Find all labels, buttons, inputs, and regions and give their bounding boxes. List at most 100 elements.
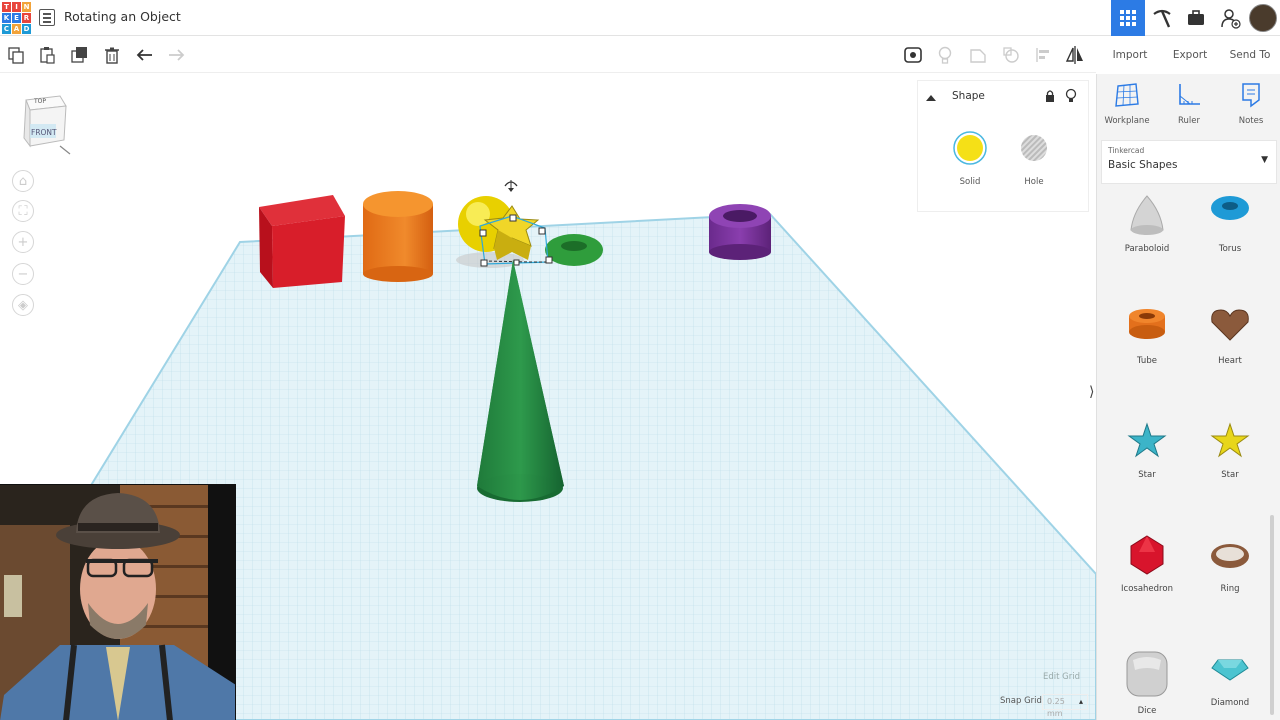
tinkercad-logo[interactable]: TIN KER CAD [2,2,31,34]
align-icon [1036,48,1049,62]
shape-label: Heart [1218,356,1242,366]
lessons-button[interactable] [1179,0,1213,36]
shape-grid: Paraboloid Torus Tube Heart Star Star Ic… [1097,192,1280,720]
notes-icon [1242,83,1260,108]
view-cube[interactable]: TOP FRONT [22,94,74,160]
shape-item-star-teal[interactable]: Star [1112,418,1182,518]
heart-icon [1211,309,1249,341]
ring-icon [1211,544,1249,568]
3d-design-view-button[interactable] [1111,0,1145,36]
lock-icon[interactable] [1044,89,1056,103]
shape-label: Icosahedron [1121,584,1173,594]
zoom-in-button[interactable]: + [12,231,34,253]
shapes-panel: Workplane Ruler Notes Tinkercad Basic Sh… [1096,74,1280,720]
shape-item-torus[interactable]: Torus [1195,192,1265,292]
shape-item-tube[interactable]: Tube [1112,304,1182,404]
shape-label: Paraboloid [1124,244,1170,254]
edit-grid-button[interactable]: Edit Grid [1043,672,1080,682]
paraboloid-icon [1130,195,1164,235]
hole-option[interactable]: Hole [1014,131,1054,187]
lightbulb-icon[interactable] [1065,88,1077,104]
shape-label: Torus [1218,244,1242,254]
dice-icon [1126,651,1168,697]
logo-letter: C [2,24,11,34]
invite-button[interactable] [1213,0,1247,36]
logo-letter: T [2,2,11,12]
logo-letter: K [2,13,11,23]
duplicate-button[interactable] [70,45,90,65]
shape-item-paraboloid[interactable]: Paraboloid [1112,192,1182,292]
send-to-button[interactable]: Send To [1220,37,1280,73]
snap-grid-select[interactable]: 0.25 ▴ mm [1042,694,1088,718]
solid-label: Solid [959,177,981,187]
star-icon [1127,422,1167,458]
home-view-button[interactable]: ⌂ [12,170,34,192]
snap-grid-unit: mm [1047,709,1063,718]
perspective-button[interactable]: ◈ [12,294,34,316]
import-export-tabs: Import Export Send To [1100,37,1280,73]
paste-button[interactable] [37,45,57,65]
solid-option[interactable]: Solid [950,131,990,187]
ruler-tool[interactable]: Ruler [1159,82,1219,126]
zoom-out-icon: − [17,266,29,282]
snap-grid-caret-icon: ▴ [1078,697,1083,706]
solid-swatch-icon [953,131,987,165]
hole-swatch-icon [1021,135,1047,161]
undo-button[interactable] [135,45,155,65]
delete-button[interactable] [102,45,122,65]
design-title[interactable]: Rotating an Object [64,9,181,24]
group-button[interactable] [968,45,988,65]
green-torus-shape[interactable] [545,234,603,266]
redo-button[interactable] [166,45,186,65]
shape-label: Ring [1220,584,1240,594]
zoom-out-button[interactable]: − [12,263,34,285]
tube-icon [1129,309,1165,339]
logo-letter: E [12,13,21,23]
orange-cylinder-shape[interactable] [363,191,433,282]
snap-grid-value: 0.25 [1047,697,1065,706]
torus-icon [1211,196,1249,220]
export-button[interactable]: Export [1160,37,1220,73]
purple-tube-shape[interactable] [709,204,771,260]
logo-letter: A [12,24,21,34]
snap-grid-label: Snap Grid [1000,696,1042,706]
redo-icon [169,49,185,61]
red-box-shape[interactable] [259,195,345,288]
panel-tools: Workplane Ruler Notes [1097,74,1280,132]
group-icon [970,49,986,63]
shape-item-ring[interactable]: Ring [1195,532,1265,632]
undo-icon [136,49,152,61]
notes-visibility-button[interactable] [903,45,923,65]
avatar[interactable] [1249,4,1277,32]
shape-item-dice[interactable]: Dice [1112,646,1182,720]
workplane-tool[interactable]: Workplane [1097,82,1157,126]
mirror-button[interactable] [1065,45,1085,65]
shape-item-icosahedron[interactable]: Icosahedron [1112,532,1182,632]
import-button[interactable]: Import [1100,37,1160,73]
webcam-overlay [0,484,236,720]
logo-letter: D [22,24,31,34]
notes-label: Notes [1238,116,1264,126]
shape-library-select[interactable]: Tinkercad Basic Shapes ▼ [1101,140,1277,184]
diamond-icon [1211,659,1249,681]
briefcase-icon [1188,10,1204,25]
fit-view-button[interactable]: ⛶ [12,200,34,222]
blocks-view-button[interactable] [1145,0,1179,36]
design-menu-icon[interactable] [39,9,55,26]
copy-button[interactable] [6,45,26,65]
ungroup-button[interactable] [1001,45,1021,65]
logo-letter: N [22,2,31,12]
panel-collapse-icon[interactable]: ⟩ [1089,384,1094,400]
align-button[interactable] [1034,45,1054,65]
notes-tool[interactable]: Notes [1221,82,1280,126]
hole-label: Hole [1024,177,1044,187]
collapse-caret-icon[interactable] [926,93,936,101]
shape-item-star-yellow[interactable]: Star [1195,418,1265,518]
shape-item-heart[interactable]: Heart [1195,304,1265,404]
shape-label: Diamond [1210,698,1250,708]
shape-item-diamond[interactable]: Diamond [1195,646,1265,720]
workplane-icon [1115,83,1139,107]
shapes-scrollbar[interactable] [1270,515,1274,715]
lightbulb-button[interactable] [935,45,955,65]
logo-letter: R [22,13,31,23]
